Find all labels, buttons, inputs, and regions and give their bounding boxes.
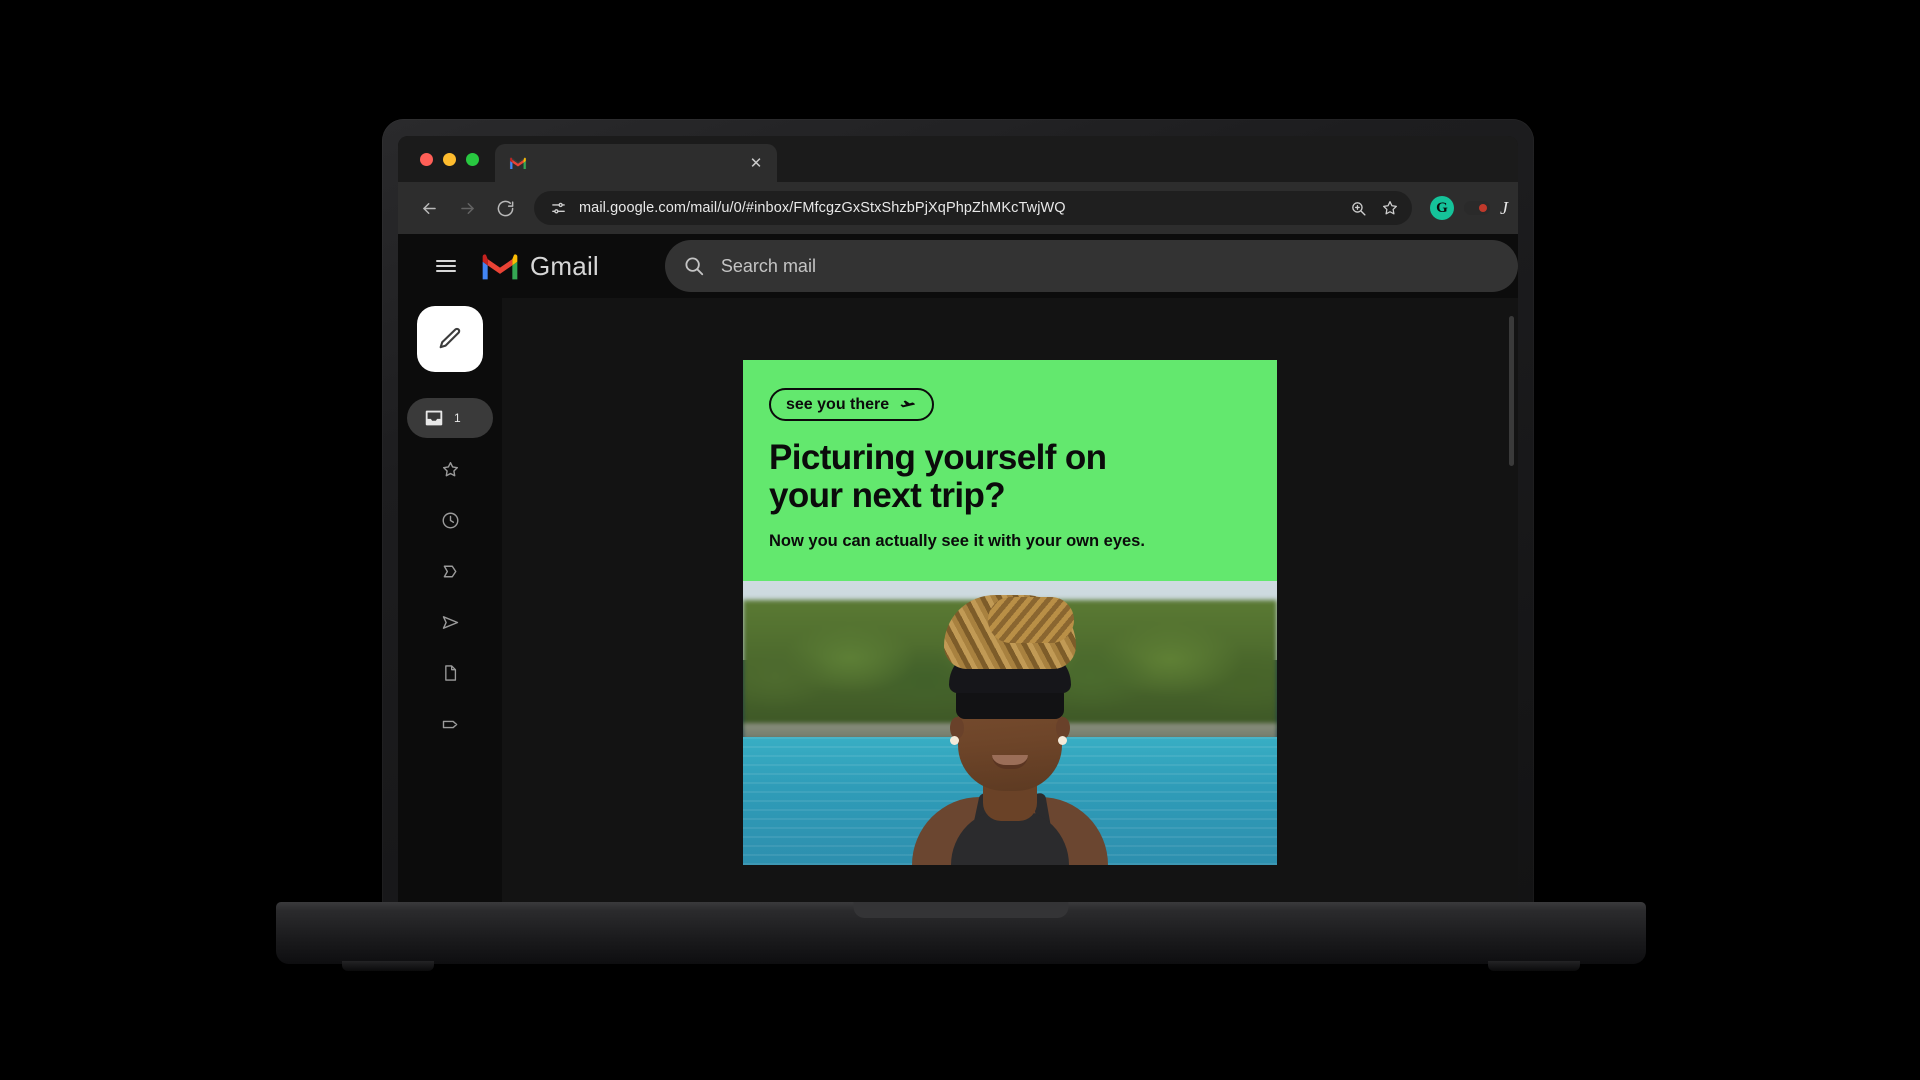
address-bar-url: mail.google.com/mail/u/0/#inbox/FMfcgzGx… (579, 200, 1066, 216)
tab-close-icon[interactable]: ✕ (745, 152, 767, 174)
gmail-app: Gmail Search mail 1 see you there Pictur… (398, 234, 1518, 906)
sidebar-item-sent[interactable] (412, 602, 488, 642)
site-settings-icon[interactable] (546, 196, 570, 220)
gmail-left-rail: 1 (398, 298, 502, 906)
search-placeholder: Search mail (720, 255, 816, 276)
hamburger-icon[interactable] (424, 244, 468, 288)
zoom-in-icon[interactable] (1344, 194, 1372, 222)
screenshot-stage: ✕ mail.google.com/mail/u/0/#inbox/FMfcgz… (0, 0, 1920, 1080)
promotional-email-card: see you there Picturing yourself on your… (743, 360, 1277, 865)
profile-avatar[interactable]: J (1500, 198, 1508, 219)
sidebar-item-snoozed[interactable] (412, 500, 488, 540)
promo-pill-label: see you there (786, 395, 890, 413)
content-scrollbar[interactable] (1509, 316, 1514, 466)
search-icon (685, 257, 704, 276)
promo-subtext: Now you can actually see it with your ow… (769, 531, 1145, 550)
pencil-icon (439, 327, 461, 349)
sidebar-item-important[interactable] (412, 551, 488, 591)
grammarly-extension-icon[interactable]: G (1430, 196, 1454, 220)
address-bar[interactable]: mail.google.com/mail/u/0/#inbox/FMfcgzGx… (534, 191, 1412, 225)
gmail-brand[interactable]: Gmail (480, 251, 599, 282)
photo-subject (910, 594, 1110, 865)
forward-button[interactable] (450, 191, 484, 225)
back-button[interactable] (412, 191, 446, 225)
sidebar-item-starred[interactable] (412, 449, 488, 489)
reload-button[interactable] (488, 191, 522, 225)
tag-icon (442, 720, 457, 728)
gmail-wordmark: Gmail (530, 250, 599, 281)
document-icon (445, 665, 457, 681)
inbox-icon (425, 410, 443, 426)
promo-headline-line1: Picturing yourself on (769, 438, 1107, 477)
sidebar-item-drafts[interactable] (412, 653, 488, 693)
promo-banner: see you there Picturing yourself on your… (743, 360, 1277, 581)
sidebar-item-labels[interactable] (412, 704, 488, 744)
browser-tab-strip: ✕ (398, 136, 1518, 182)
airplane-icon (900, 400, 916, 408)
promo-photo (743, 580, 1277, 865)
clock-icon (442, 512, 458, 528)
laptop-foot-right (1488, 961, 1580, 971)
star-icon (442, 461, 458, 476)
promo-headline-line2: your next trip? (769, 475, 1006, 515)
inbox-unread-count: 1 (454, 411, 461, 425)
laptop-foot-left (342, 961, 434, 971)
dark-reader-extension-icon[interactable] (1464, 201, 1490, 215)
gmail-rail-items: 1 (398, 398, 502, 744)
compose-button[interactable] (417, 306, 483, 372)
browser-toolbar: mail.google.com/mail/u/0/#inbox/FMfcgzGx… (398, 182, 1518, 234)
browser-extensions: G J (1424, 196, 1508, 220)
send-icon (442, 615, 458, 629)
gmail-favicon-icon (509, 157, 527, 169)
gmail-logo-icon (482, 254, 518, 280)
important-chevron-icon (443, 565, 456, 577)
laptop-base (276, 902, 1646, 971)
laptop-screen: ✕ mail.google.com/mail/u/0/#inbox/FMfcgz… (398, 136, 1518, 906)
gmail-header: Gmail Search mail (398, 234, 1518, 298)
close-window-button[interactable] (420, 152, 433, 166)
email-content-area: see you there Picturing yourself on your… (502, 298, 1518, 906)
browser-window: ✕ mail.google.com/mail/u/0/#inbox/FMfcgz… (398, 136, 1518, 906)
laptop-lid: ✕ mail.google.com/mail/u/0/#inbox/FMfcgz… (382, 119, 1534, 906)
sidebar-item-inbox[interactable]: 1 (407, 398, 493, 438)
promo-headline: Picturing yourself on your next trip? (769, 439, 1251, 515)
window-traffic-lights (416, 136, 495, 182)
maximize-window-button[interactable] (466, 152, 479, 166)
see-you-there-badge: see you there (769, 388, 935, 421)
bookmark-star-icon[interactable] (1376, 194, 1404, 222)
search-mail-input[interactable]: Search mail (664, 240, 1518, 292)
gmail-body: 1 see you there Picturing yourself on yo… (398, 298, 1518, 906)
minimize-window-button[interactable] (443, 152, 456, 166)
browser-tab-gmail[interactable]: ✕ (495, 144, 777, 182)
